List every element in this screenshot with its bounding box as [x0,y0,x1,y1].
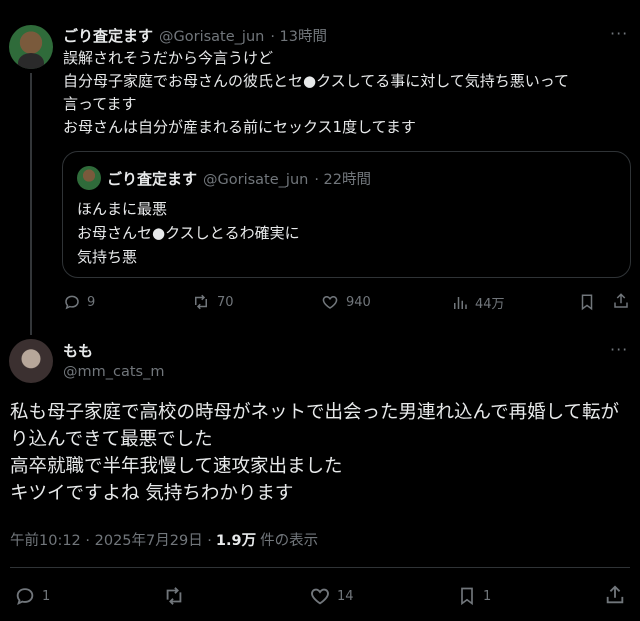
heart-icon [320,293,340,311]
reply-icon [63,293,81,311]
tweet-text: 誤解されそうだから今言うけど 自分母子家庭でお母さんの彼氏とセ●クスしてる事に対… [63,49,569,136]
reply-button[interactable]: 9 [63,293,95,311]
reply-text: 私も母子家庭で高校の時母がネットで出会った男連れ込んで再婚して転が り込んできて… [10,402,620,504]
tweet-header: ごり査定ます @Gorisate_jun · 13時間 [63,25,327,45]
thread-line [30,73,32,335]
reply-like-button[interactable]: 14 [309,585,354,607]
share-icon[interactable] [604,584,626,606]
views-count: 44万 [475,297,505,312]
divider [10,567,630,568]
quote-tweet-card[interactable]: ごり査定ます @Gorisate_jun · 22時間 ほんまに最悪 お母さんセ… [62,151,631,278]
share-icon[interactable] [612,292,630,310]
avatar-gorisate[interactable] [9,25,53,69]
heart-icon [309,585,331,607]
repost-count: 70 [217,294,234,310]
tweet-time[interactable]: · 13時間 [270,25,327,46]
author-handle[interactable]: @Gorisate_jun [159,29,264,45]
views-chart-icon [451,294,469,312]
more-options-icon[interactable]: ··· [610,24,628,43]
views-button[interactable]: 44万 [451,293,505,312]
reply-view-label: 件の表示 [260,533,319,549]
bookmark-icon [457,585,477,607]
quote-author-name: ごり査定ます [107,170,198,188]
bookmark-icon[interactable] [578,293,596,311]
quote-text: ほんまに最悪 お母さんセ●クスしとるわ確実に 気持ち悪 [77,200,300,266]
author-name[interactable]: ごり査定ます [63,25,153,46]
reply-bookmark-button[interactable]: 1 [457,585,491,607]
reply-reply-count: 1 [42,588,51,604]
reply-icon [14,585,36,607]
avatar-momo[interactable] [9,339,53,383]
reply-reply-button[interactable]: 1 [14,585,50,607]
reply-metadata: 午前10:12 · 2025年7月29日 · 1.9万 件の表示 [10,529,318,550]
quote-author-handle: @Gorisate_jun [203,172,309,188]
quote-header: ごり査定ます @Gorisate_jun · 22時間 [107,168,371,189]
reply-like-count: 14 [337,588,354,604]
reply-author-handle[interactable]: @mm_cats_m [63,364,164,380]
reply-repost-button[interactable] [162,585,192,607]
reply-count: 9 [87,294,96,310]
repost-button[interactable]: 70 [191,293,234,311]
quote-time: · 22時間 [314,172,371,188]
quote-avatar [77,166,101,190]
like-button[interactable]: 940 [320,293,371,311]
like-count: 940 [346,294,371,310]
repost-icon [191,293,211,311]
reply-view-count: 1.9万 [215,533,257,549]
reply-timestamp[interactable]: 午前10:12 · 2025年7月29日 · [10,529,212,550]
repost-icon [162,585,186,607]
reply-author-name[interactable]: もも [63,340,93,361]
reply-bookmark-count: 1 [483,588,492,604]
reply-more-options-icon[interactable]: ··· [610,340,628,359]
